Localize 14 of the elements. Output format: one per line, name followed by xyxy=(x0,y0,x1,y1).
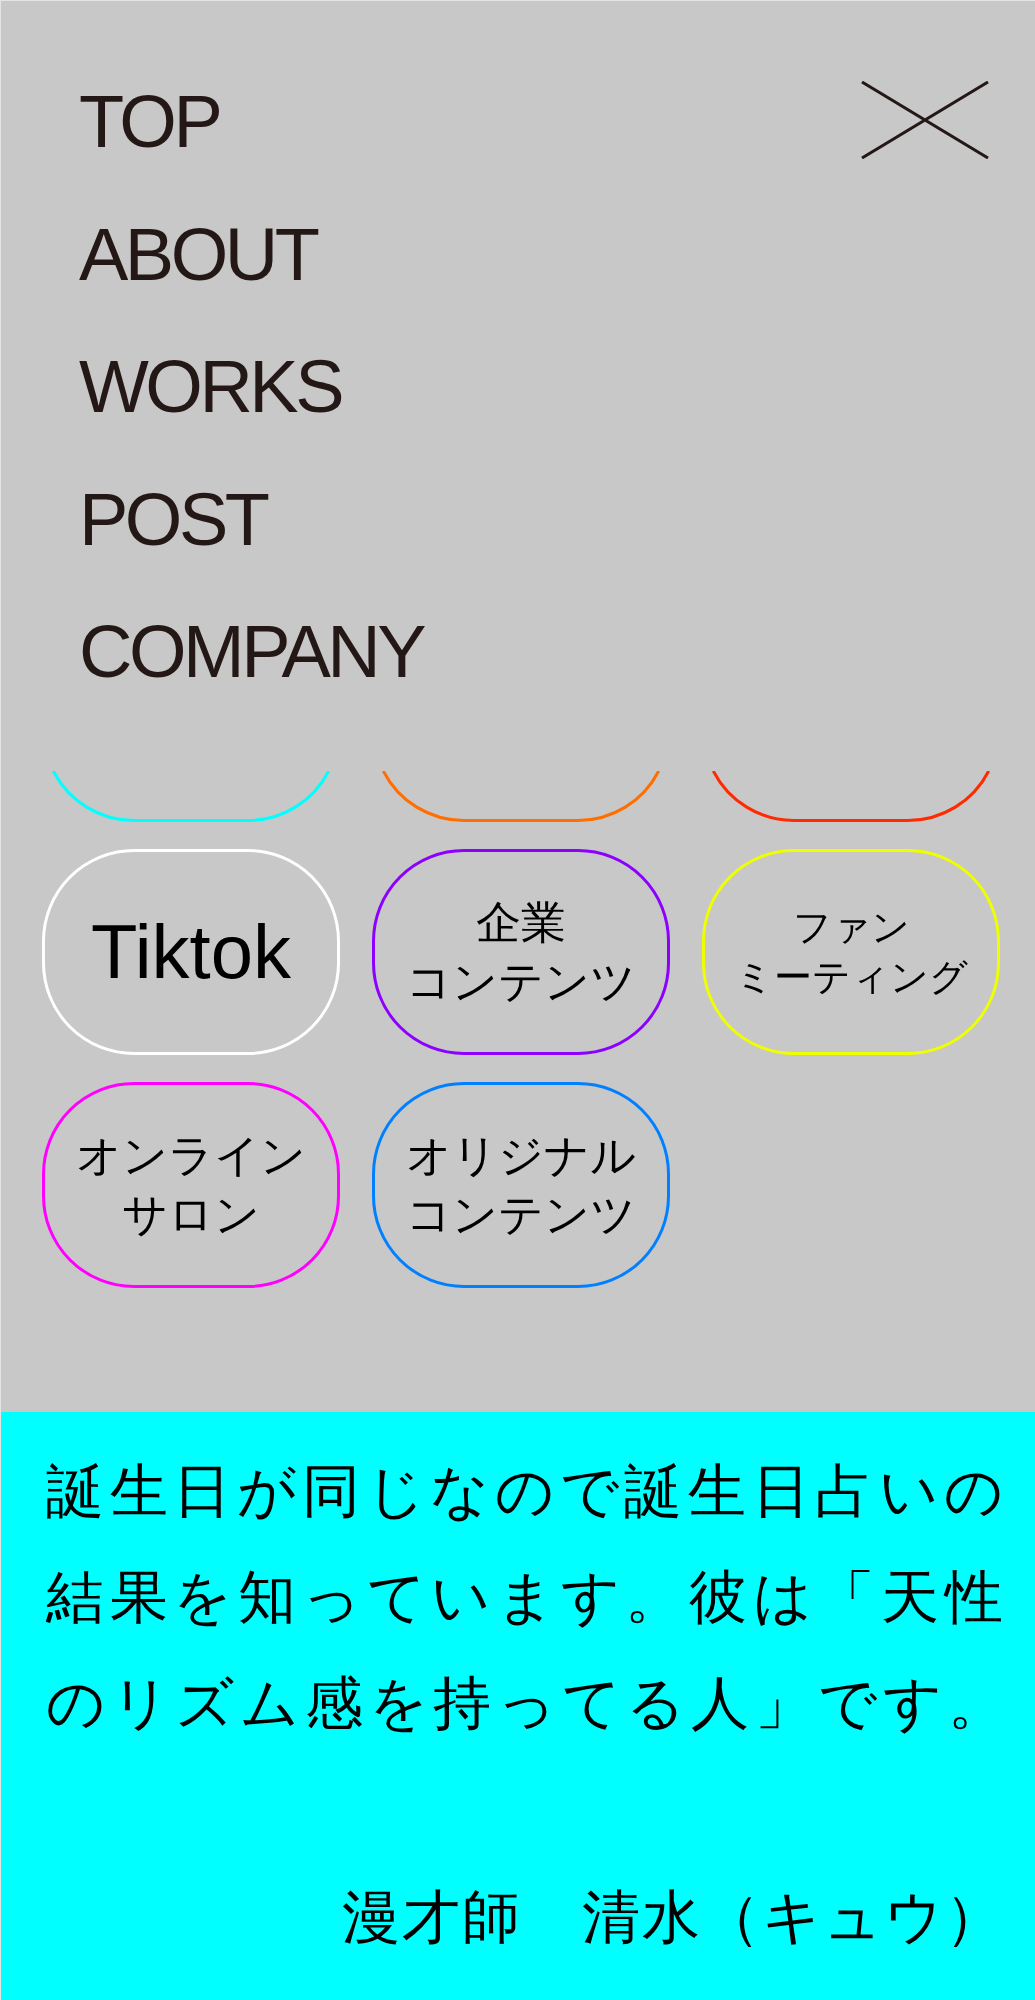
close-button[interactable] xyxy=(861,81,989,159)
quote-attribution: 漫才師 清水（キュウ） xyxy=(341,1882,1006,1953)
nav-link[interactable]: COMPANY xyxy=(79,586,424,719)
category-button[interactable]: 企業コンテンツ xyxy=(372,849,670,1055)
nav-link[interactable]: WORKS xyxy=(79,321,342,454)
close-icon xyxy=(861,81,989,159)
category-button[interactable]: Tiktok xyxy=(42,849,340,1055)
category-button[interactable]: オリジナルコンテンツ xyxy=(372,1082,670,1288)
category-button[interactable]: ファンミーティング xyxy=(702,849,1000,1055)
quote-text: 誕生日が同じなので誕生日占いの結果を知っています。彼は「天性のリズム感を持ってる人」です。 xyxy=(46,1456,1013,1739)
category-button[interactable]: オンラインサロン xyxy=(42,1082,340,1288)
nav-link[interactable]: TOP xyxy=(79,56,220,189)
nav-link[interactable]: POST xyxy=(79,453,267,586)
nav-link[interactable]: ABOUT xyxy=(79,188,317,321)
